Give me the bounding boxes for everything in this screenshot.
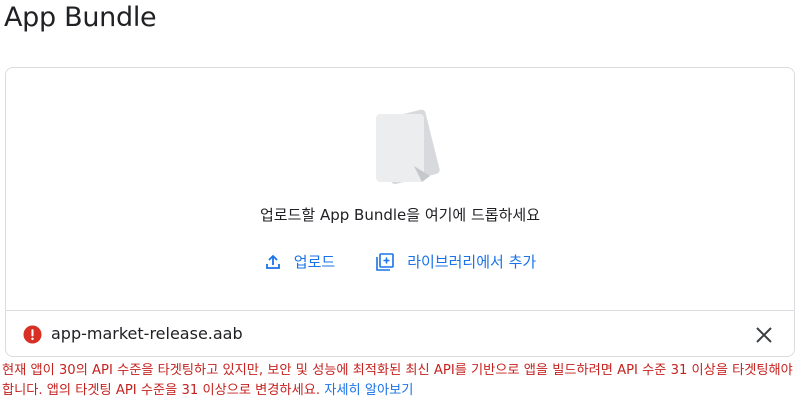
add-from-library-label: 라이브러리에서 추가 xyxy=(407,253,537,271)
file-name: app-market-release.aab xyxy=(51,324,243,343)
upload-button[interactable]: 업로드 xyxy=(260,249,339,274)
upload-label: 업로드 xyxy=(293,253,336,271)
upload-actions: 업로드 라이브러리에서 추가 xyxy=(6,249,794,274)
learn-more-link[interactable]: 자세히 알아보기 xyxy=(324,383,413,398)
library-add-icon xyxy=(376,252,395,271)
doc-stack-illustration xyxy=(376,109,440,185)
page-title: App Bundle xyxy=(4,2,157,33)
error-message: 현재 앱이 30의 API 수준을 타겟팅하고 있지만, 보안 및 성능에 최적… xyxy=(2,361,798,401)
upload-icon xyxy=(265,254,280,269)
error-icon xyxy=(23,325,42,344)
upload-card: 업로드할 App Bundle을 여기에 드롭하세요 업로드 라이브러리에서 추… xyxy=(5,67,795,357)
close-icon[interactable] xyxy=(754,325,774,345)
add-from-library-button[interactable]: 라이브러리에서 추가 xyxy=(371,249,540,274)
dropzone[interactable]: 업로드할 App Bundle을 여기에 드롭하세요 업로드 라이브러리에서 추… xyxy=(6,68,794,311)
drop-instruction: 업로드할 App Bundle을 여기에 드롭하세요 xyxy=(260,206,540,224)
file-row: app-market-release.aab xyxy=(6,311,794,357)
